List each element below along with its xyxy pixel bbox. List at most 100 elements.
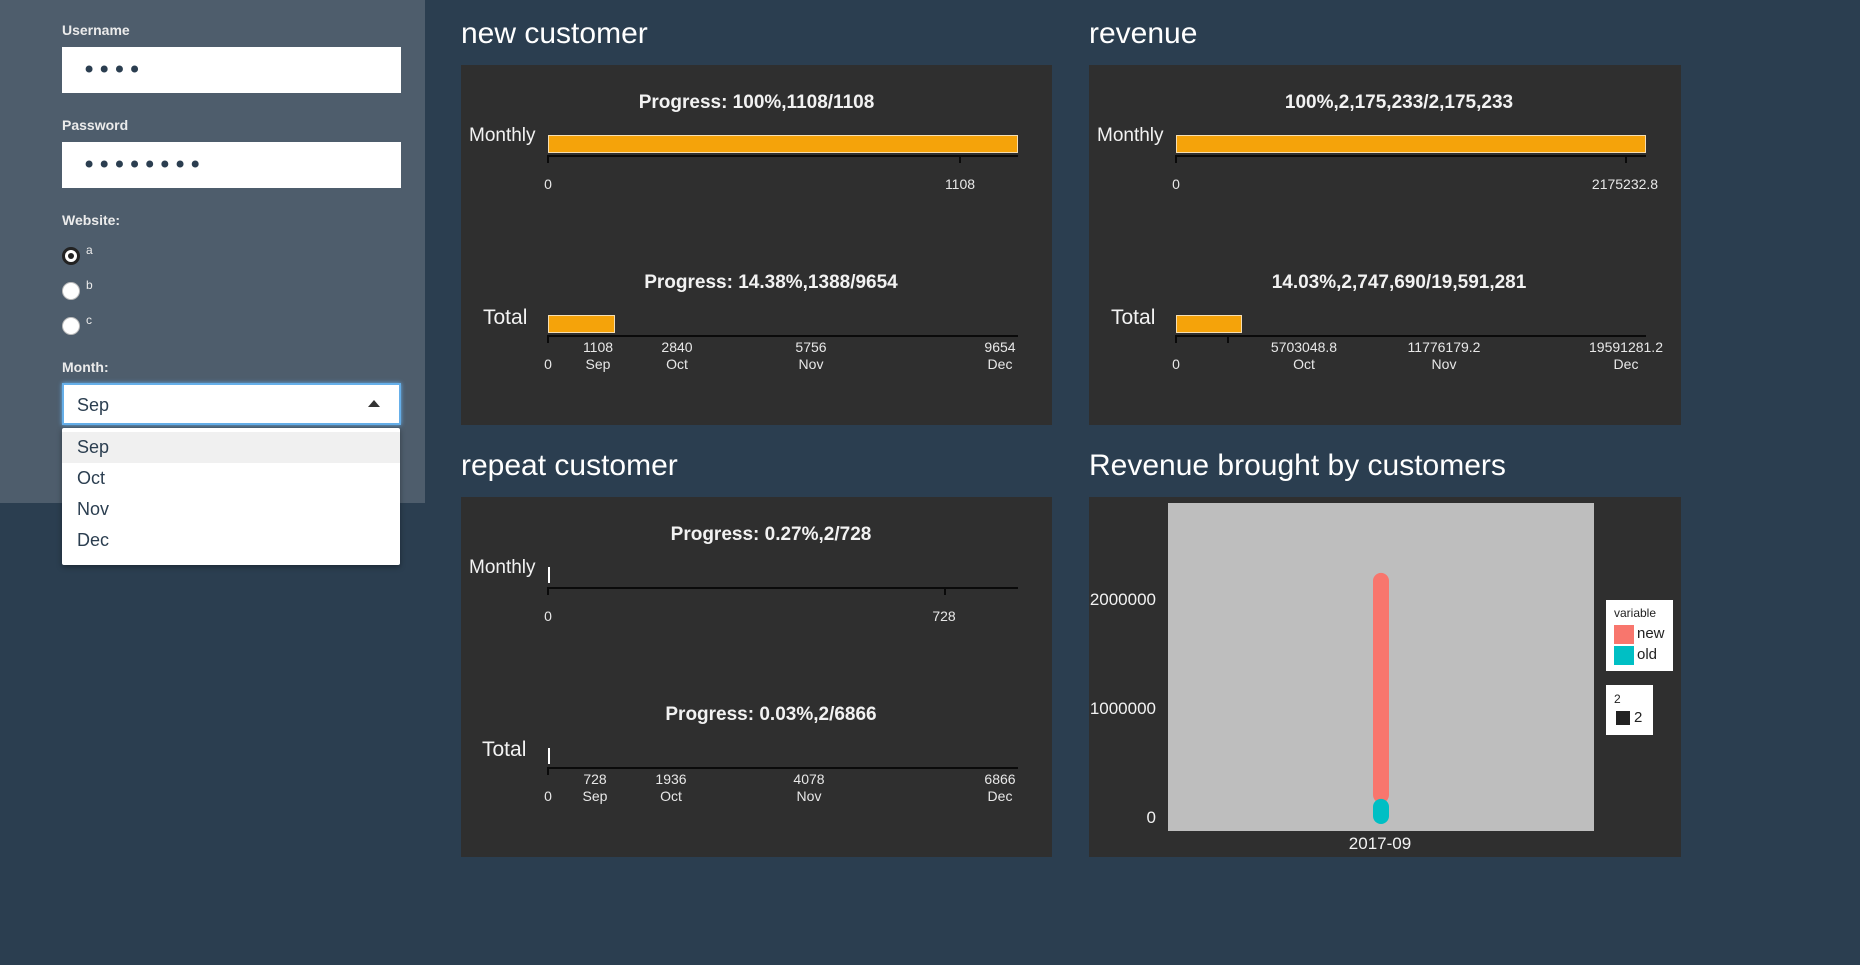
tick [1625, 155, 1627, 163]
tick-label: Nov [796, 788, 822, 804]
total-axis [548, 767, 1018, 769]
radio-label: c [86, 313, 92, 327]
month-label: Month: [62, 359, 109, 375]
y-tick-label: 2000000 [1089, 590, 1156, 609]
revenue-by-customers-title: Revenue brought by customers [1089, 449, 1506, 482]
tick-label: Dec [987, 788, 1013, 804]
month-dropdown: Sep Oct Nov Dec [62, 428, 400, 565]
tick-label: Oct [660, 788, 682, 804]
new-customer-panel: Progress: 100%,1108/1108 Monthly 0 1108 … [461, 65, 1052, 425]
tick-label: 728 [932, 608, 956, 624]
tick-label: Nov [798, 356, 824, 372]
monthly-progress-bar [548, 567, 550, 583]
monthly-progress-bar [1176, 135, 1646, 153]
total-axis [1176, 335, 1646, 337]
tick-label: 19591281.2 [1589, 339, 1663, 355]
tick-label: 0 [544, 176, 552, 192]
monthly-progress-bar [548, 135, 1018, 153]
tick-label: 5756 [795, 339, 827, 355]
password-field[interactable]: •••••••• [62, 142, 401, 188]
total-progress-bar [548, 748, 550, 764]
tick [547, 155, 549, 163]
monthly-axis [1176, 155, 1646, 157]
tick-label: 2840 [661, 339, 693, 355]
monthly-label: Monthly [469, 557, 536, 578]
tick [547, 587, 549, 595]
legend-variable: variable new old [1606, 600, 1673, 671]
total-progress-title: Progress: 0.03%,2/6866 [665, 704, 877, 725]
tick-label: 0 [544, 608, 552, 624]
tick-label: 0 [1172, 176, 1180, 192]
radio-label: b [86, 278, 93, 292]
tick [1227, 335, 1229, 343]
monthly-progress-title: Progress: 0.27%,2/728 [670, 524, 872, 545]
username-label: Username [62, 22, 130, 38]
chevron-up-icon[interactable] [368, 400, 380, 407]
month-select-value: Sep [77, 395, 110, 415]
website-label: Website: [62, 212, 121, 228]
legend-label-old: old [1637, 646, 1658, 663]
tick-label: Oct [666, 356, 688, 372]
repeat-customer-panel: Progress: 0.27%,2/728 Monthly 0 728 Prog… [461, 497, 1052, 857]
repeat-customer-title: repeat customer [461, 449, 678, 482]
website-radio-c[interactable]: c [62, 313, 92, 335]
tick-label: 9654 [984, 339, 1016, 355]
legend-size: 2 2 [1606, 685, 1653, 735]
total-axis [548, 335, 1018, 337]
tick-label: 1936 [655, 771, 687, 787]
tick [1175, 155, 1177, 163]
tick-label: Oct [1293, 356, 1315, 372]
tick-label: 2175232.8 [1591, 176, 1659, 192]
y-tick-label: 0 [1146, 808, 1156, 827]
tick-label: Dec [1613, 356, 1639, 372]
monthly-label: Monthly [1097, 125, 1164, 146]
legend-title: variable [1614, 606, 1657, 620]
monthly-label: Monthly [469, 125, 536, 146]
tick [944, 587, 946, 595]
month-option-sep[interactable]: Sep [62, 432, 400, 463]
monthly-progress-title: 100%,2,175,233/2,175,233 [1284, 92, 1514, 113]
website-radio-b[interactable]: b [62, 278, 93, 300]
total-progress-bar [548, 315, 615, 333]
total-progress-bar [1176, 315, 1242, 333]
month-select[interactable]: Sep [62, 383, 401, 425]
tick-label: 6866 [984, 771, 1016, 787]
tick-label: Dec [987, 356, 1013, 372]
new-customer-title: new customer [461, 17, 648, 50]
website-radio-a[interactable]: a [62, 243, 93, 265]
month-option-dec[interactable]: Dec [62, 525, 400, 556]
radio-button[interactable] [62, 282, 80, 300]
legend-size-title: 2 [1614, 692, 1621, 706]
legend-label-new: new [1637, 625, 1665, 642]
monthly-axis [548, 155, 1018, 157]
radio-button[interactable] [62, 247, 80, 265]
total-progress-title: Progress: 14.38%,1388/9654 [644, 272, 898, 293]
password-label: Password [62, 117, 129, 133]
tick-label: Nov [1431, 356, 1457, 372]
radio-button[interactable] [62, 317, 80, 335]
legend-size-label: 2 [1634, 709, 1643, 726]
tick [959, 155, 961, 163]
username-field[interactable]: •••• [62, 47, 401, 93]
total-label: Total [482, 738, 527, 761]
revenue-title: revenue [1089, 17, 1198, 50]
tick-label: 11776179.2 [1407, 339, 1481, 355]
legend-swatch-old [1614, 646, 1634, 665]
tick-label: 1108 [944, 176, 976, 192]
x-tick-label: 2017-09 [1348, 834, 1412, 853]
legend-size-swatch [1616, 711, 1630, 725]
monthly-progress-title: Progress: 100%,1108/1108 [638, 92, 875, 113]
total-label: Total [1111, 306, 1156, 329]
month-option-oct[interactable]: Oct [62, 463, 400, 494]
tick-label: 5703048.8 [1270, 339, 1338, 355]
tick [1175, 335, 1177, 343]
monthly-axis [548, 587, 1018, 589]
tick-label: 4078 [793, 771, 825, 787]
total-progress-title: 14.03%,2,747,690/19,591,281 [1271, 272, 1527, 293]
month-option-nov[interactable]: Nov [62, 494, 400, 525]
legend-swatch-new [1614, 625, 1634, 644]
revenue-panel: 100%,2,175,233/2,175,233 Monthly 0 21752… [1089, 65, 1681, 425]
plot-area [1168, 503, 1594, 831]
tick-label: 0 [1172, 356, 1180, 372]
y-tick-label: 1000000 [1089, 699, 1156, 718]
